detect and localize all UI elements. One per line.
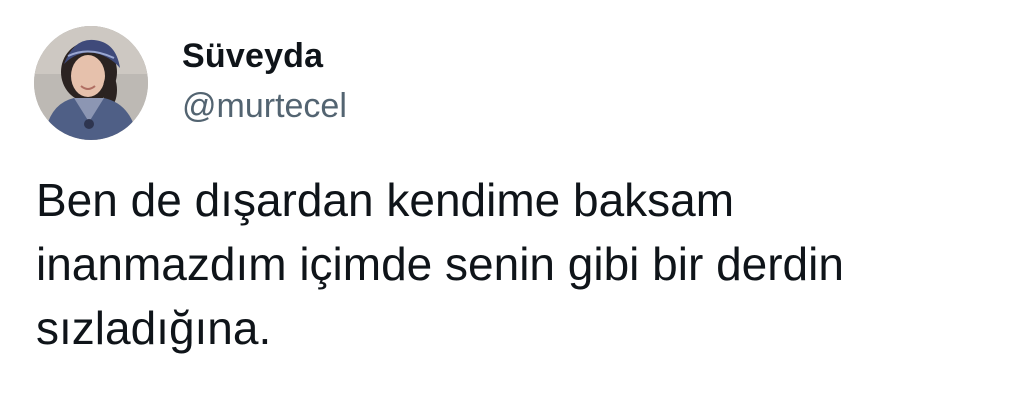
display-name[interactable]: Süveyda — [182, 36, 347, 76]
tweet-text: Ben de dışardan kendime baksam inanmazdı… — [36, 174, 844, 354]
user-names: Süveyda @murtecel — [182, 26, 347, 126]
avatar[interactable] — [34, 26, 148, 140]
tweet-card: Süveyda @murtecel Ben de dışardan kendim… — [0, 0, 1010, 404]
tweet-header: Süveyda @murtecel — [34, 26, 347, 140]
profile-photo-icon — [34, 26, 148, 140]
user-handle[interactable]: @murtecel — [182, 86, 347, 126]
